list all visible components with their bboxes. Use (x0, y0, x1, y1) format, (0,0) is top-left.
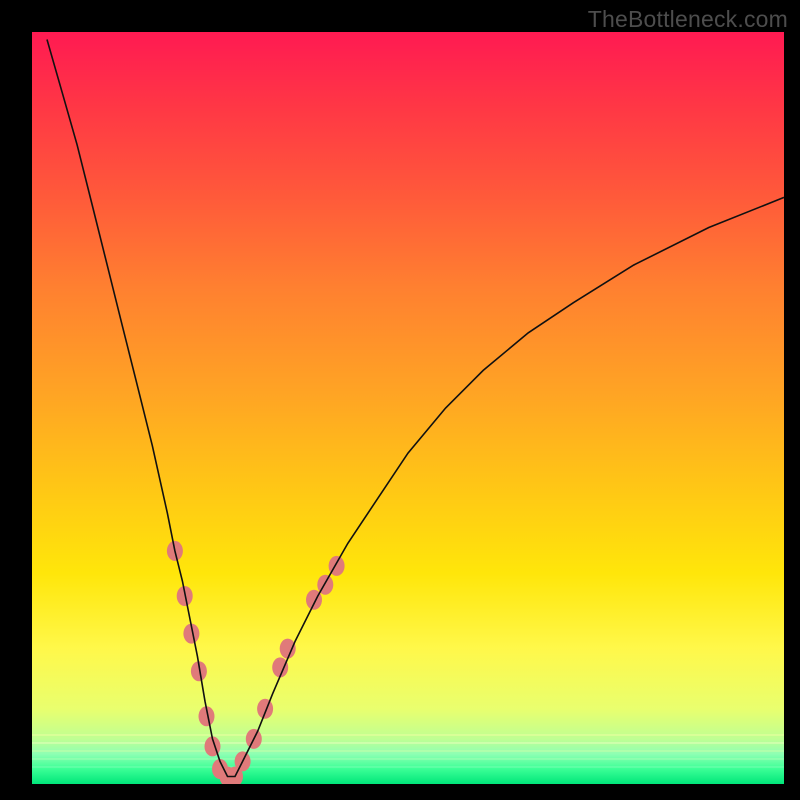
plot-area (32, 32, 784, 784)
highlight-dot (257, 699, 273, 719)
highlight-dot (280, 639, 296, 659)
chart-frame: TheBottleneck.com (0, 0, 800, 800)
watermark-text: TheBottleneck.com (588, 6, 788, 33)
dots-group (167, 541, 345, 784)
bottleneck-curve (47, 40, 784, 777)
chart-svg (32, 32, 784, 784)
